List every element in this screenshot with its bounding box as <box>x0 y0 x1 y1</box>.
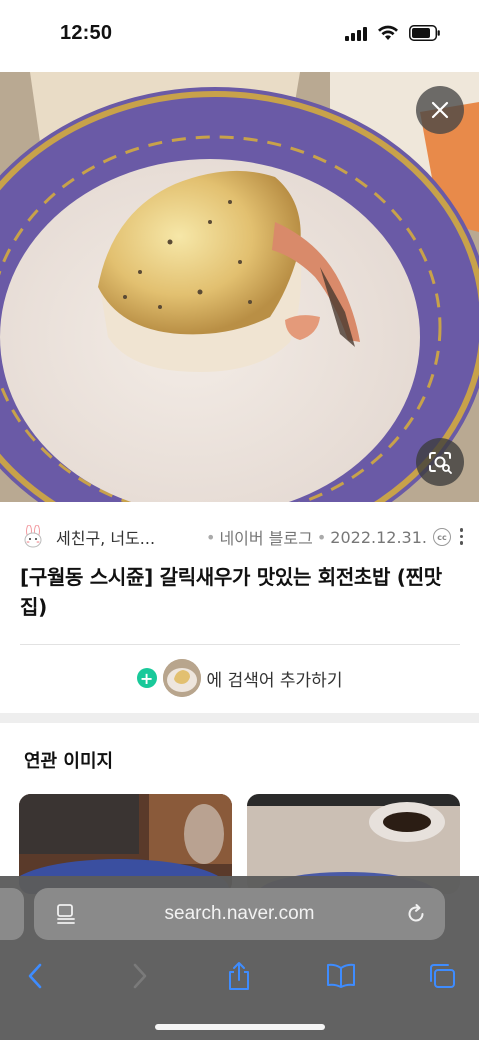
separator-dot: • <box>206 527 216 547</box>
previous-tab-preview[interactable] <box>0 888 24 940</box>
battery-icon <box>409 25 441 41</box>
forward-button[interactable] <box>120 958 160 994</box>
bookmarks-icon <box>327 963 355 988</box>
sushi-photo <box>0 72 479 502</box>
browser-bottom-bar: search.naver.com <box>0 876 479 1040</box>
license-icon: cc <box>432 528 451 546</box>
separator-dot: • <box>316 527 327 547</box>
add-search-label: 에 검색어 추가하기 <box>206 670 343 691</box>
image-thumbnail <box>162 659 201 697</box>
post-date: 2022.12.31. <box>330 527 427 547</box>
bookmarks-button[interactable] <box>321 958 361 994</box>
share-button[interactable] <box>219 958 259 994</box>
author-avatar[interactable] <box>20 524 46 550</box>
image-search-icon <box>429 452 452 474</box>
url-text[interactable]: search.naver.com <box>34 888 445 940</box>
tabs-button[interactable] <box>422 958 462 994</box>
home-indicator[interactable] <box>155 1024 325 1030</box>
forward-icon <box>133 963 147 989</box>
divider <box>20 644 460 645</box>
wifi-icon <box>377 25 399 41</box>
share-icon <box>229 962 249 990</box>
close-button[interactable] <box>416 86 464 134</box>
status-time: 12:50 <box>60 22 113 44</box>
related-images-title: 연관 이미지 <box>24 751 114 772</box>
browser-toolbar <box>0 958 479 998</box>
result-meta: 세친구, 너도... • 네이버 블로그 • 2022.12.31. cc <box>20 522 465 552</box>
image-search-button[interactable] <box>416 438 464 486</box>
reload-icon[interactable] <box>405 903 427 925</box>
author-name[interactable]: 세친구, 너도... <box>56 525 186 549</box>
result-image[interactable] <box>0 72 479 502</box>
rabbit-avatar-icon <box>24 525 42 548</box>
section-separator <box>0 713 479 723</box>
source-name[interactable]: 네이버 블로그 <box>219 525 312 549</box>
close-icon <box>431 101 449 119</box>
cellular-signal-icon <box>345 26 367 41</box>
tabs-icon <box>430 964 455 988</box>
result-title[interactable]: [구월동 스시쥰] 갈릭새우가 맛있는 회전초밥 (찐맛집) <box>20 562 460 622</box>
add-to-search-button[interactable]: + 에 검색어 추가하기 <box>0 656 479 700</box>
plus-icon: + <box>136 668 157 688</box>
back-icon <box>28 963 42 989</box>
more-options-icon[interactable] <box>459 528 463 545</box>
back-button[interactable] <box>15 958 55 994</box>
status-bar: 12:50 <box>0 0 479 72</box>
address-bar[interactable]: search.naver.com <box>34 888 445 940</box>
status-icons <box>345 25 441 41</box>
